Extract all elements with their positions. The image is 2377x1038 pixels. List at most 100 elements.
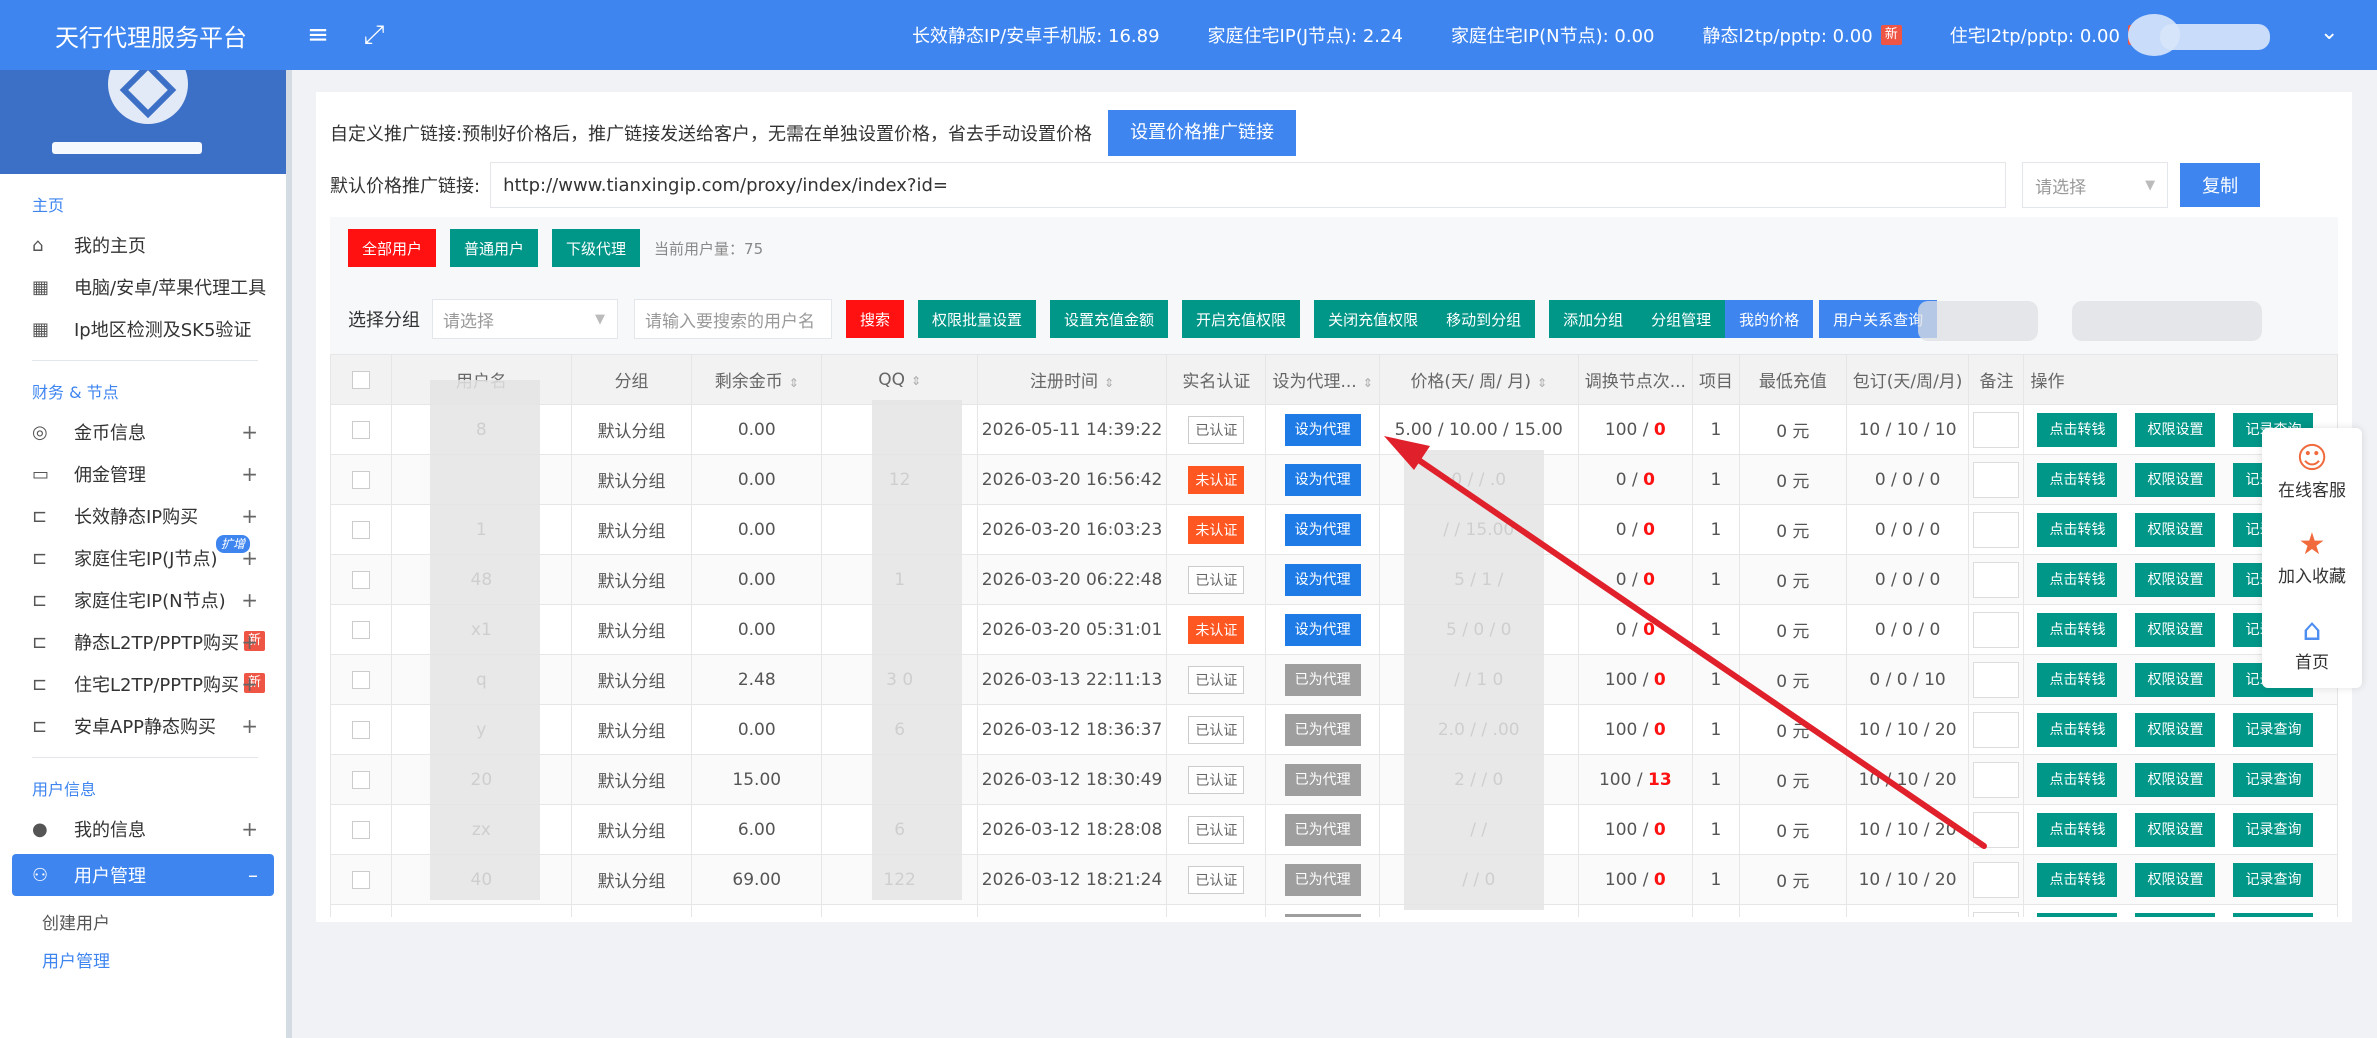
expand-icon[interactable]: + [241,588,258,612]
row-action-button[interactable]: 权限设置 [2135,612,2216,647]
copy-button[interactable]: 复制 [2180,163,2261,207]
sidebar-item[interactable]: ◎ 金币信息 + [0,411,286,453]
row-action-button[interactable]: 权限设置 [2135,662,2216,697]
expand-icon[interactable]: + [241,672,258,696]
expand-icon[interactable]: + [241,817,258,841]
set-agent-button[interactable]: 已为代理 [1284,913,1361,917]
column-header[interactable]: 设为代理... ⇕ [1265,354,1380,405]
note-input[interactable] [1973,711,2020,748]
sidebar-item[interactable]: ⌂ 我的主页 [0,224,286,266]
sidebar-item[interactable]: ⊏ 住宅L2TP/PPTP购买新 + [0,663,286,705]
row-action-button[interactable]: 权限设置 [2135,462,2216,497]
set-agent-button[interactable]: 已为代理 [1284,663,1361,696]
row-action-button[interactable]: 点击转钱 [2037,912,2118,917]
row-action-button[interactable]: 点击转钱 [2037,862,2118,897]
action-button[interactable]: 添加分组 [1549,300,1638,338]
row-action-button[interactable]: 权限设置 [2135,412,2216,447]
float-item[interactable]: ⌂ 首页 [2262,600,2362,686]
note-input[interactable] [1973,511,2020,548]
action-button[interactable]: 关闭充值权限 [1314,300,1433,338]
row-checkbox[interactable] [351,570,370,589]
row-action-button[interactable]: 点击转钱 [2037,462,2118,497]
sort-icon[interactable]: ⇕ [1537,376,1547,390]
row-action-button[interactable]: 权限设置 [2135,812,2216,847]
note-input[interactable] [1973,611,2020,648]
tab-sub-agents[interactable]: 下级代理 [552,229,641,267]
expand-icon[interactable]: + [241,546,258,570]
set-price-link-button[interactable]: 设置价格推广链接 [1108,110,1297,156]
set-agent-button[interactable]: 设为代理 [1284,513,1361,546]
sort-icon[interactable]: ⇕ [1363,376,1373,390]
fullscreen-icon[interactable]: ⤢ [346,20,402,51]
row-checkbox[interactable] [351,770,370,789]
sidebar-item[interactable]: ⊏ 家庭住宅IP(J节点) 扩增 + [0,535,286,579]
promo-url-input[interactable]: http://www.tianxingip.com/proxy/index/in… [490,162,2007,208]
sidebar-item[interactable]: ● 我的信息 + [0,808,286,850]
row-checkbox[interactable] [351,820,370,839]
select-all-checkbox[interactable] [351,370,370,389]
row-checkbox[interactable] [351,870,370,889]
menu-toggle-icon[interactable]: ≡ [290,20,346,50]
row-action-button[interactable]: 点击转钱 [2037,762,2118,797]
row-action-button[interactable]: 点击转钱 [2037,662,2118,697]
group-select[interactable]: 请选择 ▼ [432,299,618,339]
tab-normal-users[interactable]: 普通用户 [450,229,539,267]
sidebar-item[interactable]: ⊏ 家庭住宅IP(N节点) + [0,579,286,621]
column-header[interactable]: 价格(天/ 周/ 月) ⇕ [1378,354,1579,405]
chevron-down-icon[interactable]: ⌄ [2320,20,2338,45]
username-search-input[interactable]: 请输入要搜索的用户名 [634,299,832,339]
float-item[interactable]: ☺ 在线客服 [2262,428,2362,514]
row-action-button[interactable]: 记录查询 [2233,762,2314,797]
row-checkbox[interactable] [351,520,370,539]
row-action-button[interactable]: 权限设置 [2135,562,2216,597]
note-input[interactable] [1973,811,2020,848]
set-agent-button[interactable]: 设为代理 [1284,563,1361,596]
column-header[interactable]: QQ ⇕ [821,354,978,405]
expand-icon[interactable]: + [241,504,258,528]
row-action-button[interactable]: 权限设置 [2135,912,2216,917]
expand-icon[interactable]: + [241,714,258,738]
row-action-button[interactable]: 点击转钱 [2037,612,2118,647]
sidebar-item[interactable]: ⊏ 安卓APP静态购买 + [0,705,286,747]
sidebar-subitem[interactable]: 用户管理 [0,940,286,978]
row-checkbox[interactable] [351,420,370,439]
expand-icon[interactable]: + [241,630,258,654]
note-input[interactable] [1973,661,2020,698]
set-agent-button[interactable]: 设为代理 [1284,613,1361,646]
tab-all-users[interactable]: 全部用户 [348,229,437,267]
float-item[interactable]: ★ 加入收藏 [2262,514,2362,600]
note-input[interactable] [1973,861,2020,898]
row-action-button[interactable]: 权限设置 [2135,762,2216,797]
sidebar-subitem[interactable]: 创建用户 [0,902,286,940]
row-action-button[interactable]: 记录查询 [2233,812,2314,847]
sidebar-item[interactable]: ⊏ 长效静态IP购买 + [0,495,286,537]
note-input[interactable] [1973,561,2020,598]
note-input[interactable] [1973,911,2020,917]
row-checkbox[interactable] [351,670,370,689]
row-checkbox[interactable] [351,720,370,739]
row-action-button[interactable]: 点击转钱 [2037,712,2118,747]
sort-icon[interactable]: ⇕ [789,376,799,390]
row-action-button[interactable]: 点击转钱 [2037,412,2118,447]
sidebar-item[interactable]: ▭ 佣金管理 + [0,453,286,495]
set-agent-button[interactable]: 已为代理 [1284,863,1361,896]
action-button[interactable]: 设置充值金额 [1050,300,1169,338]
action-button[interactable]: 我的价格 [1725,300,1814,338]
sidebar-item[interactable]: ▦ 电脑/安卓/苹果代理工具 [0,266,286,308]
note-input[interactable] [1973,461,2020,498]
action-button[interactable]: 开启充值权限 [1182,300,1301,338]
note-input[interactable] [1973,411,2020,448]
link-select[interactable]: 请选择 ▼ [2022,162,2169,208]
row-action-button[interactable]: 权限设置 [2135,862,2216,897]
row-action-button[interactable]: 记录查询 [2233,712,2314,747]
column-header[interactable]: 剩余金币 ⇕ [691,354,823,405]
expand-icon[interactable]: + [241,462,258,486]
row-action-button[interactable]: 点击转钱 [2037,562,2118,597]
sort-icon[interactable]: ⇕ [911,374,921,388]
action-button[interactable]: 权限批量设置 [918,300,1037,338]
set-agent-button[interactable]: 设为代理 [1284,413,1361,446]
search-button[interactable]: 搜索 [846,300,905,338]
note-input[interactable] [1973,761,2020,798]
row-action-button[interactable]: 权限设置 [2135,512,2216,547]
row-action-button[interactable]: 点击转钱 [2037,512,2118,547]
